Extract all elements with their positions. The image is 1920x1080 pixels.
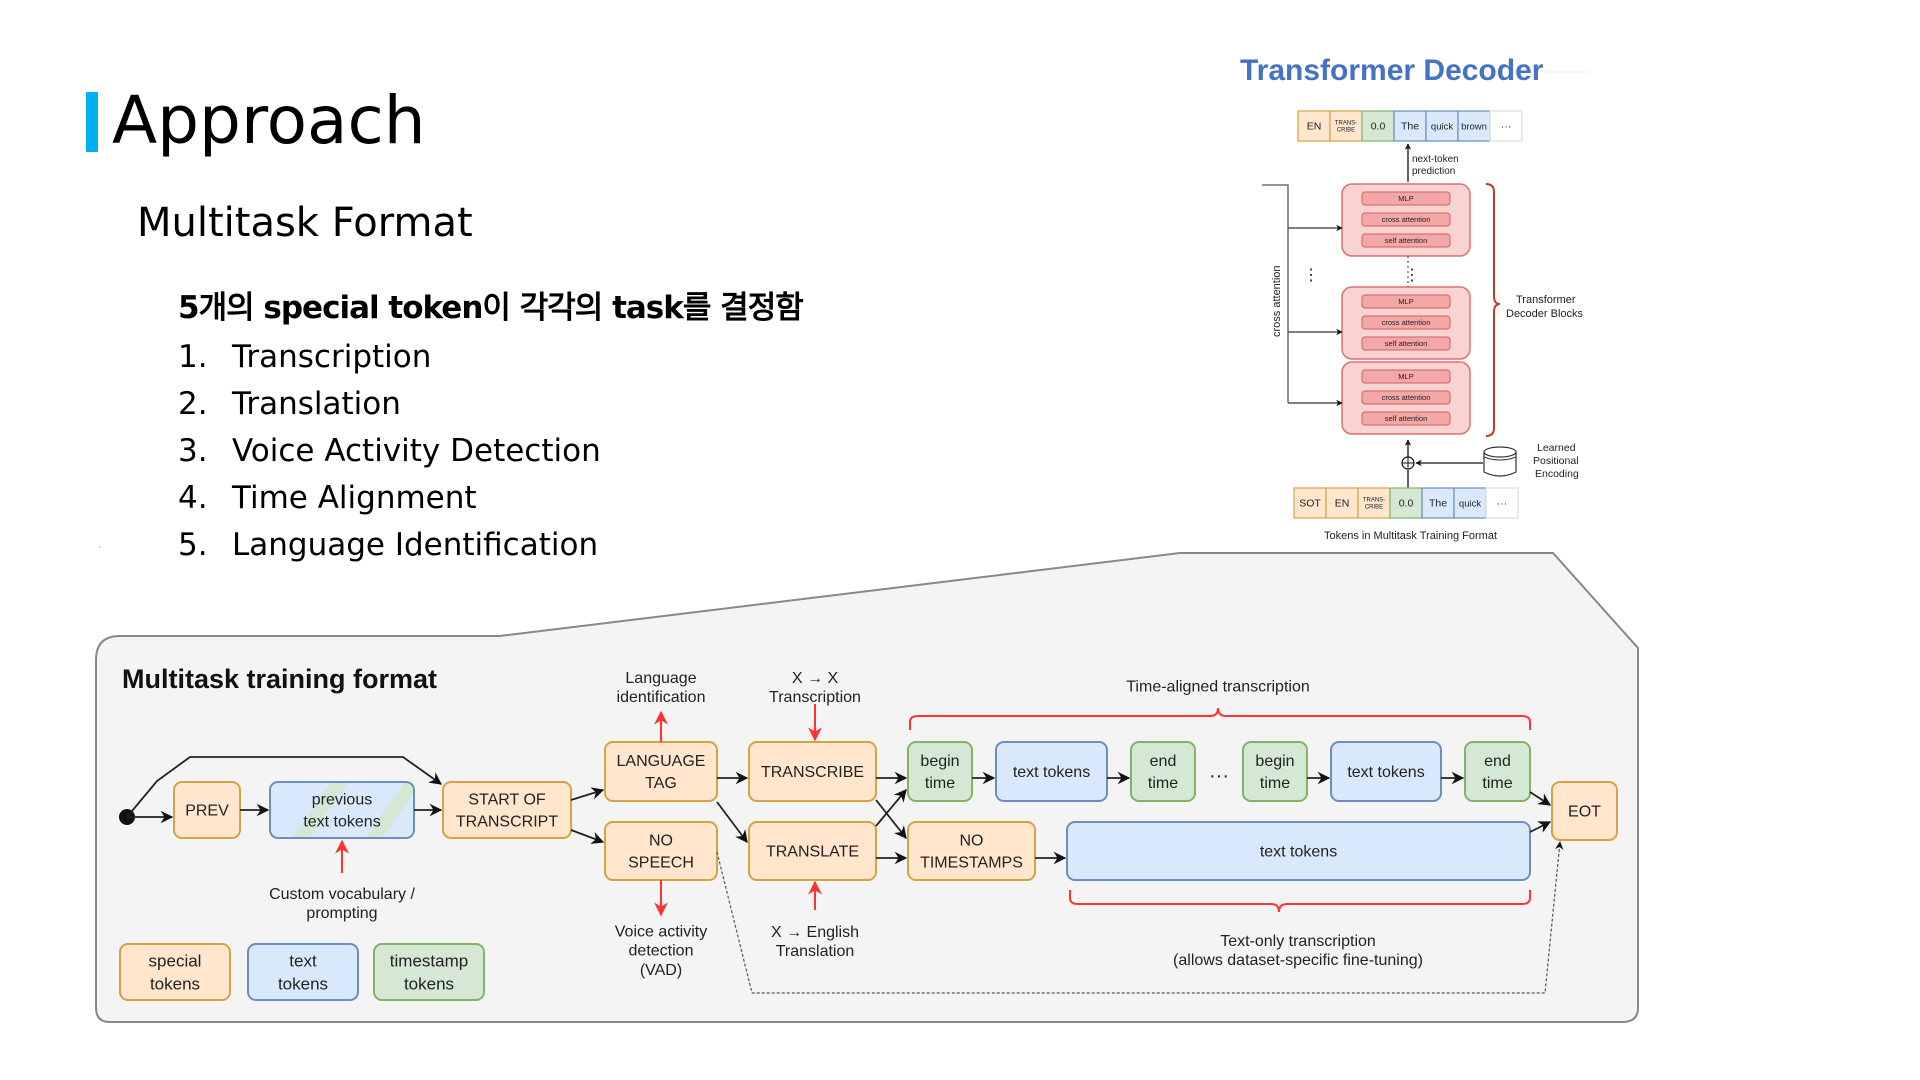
node-no-speech: NO SPEECH	[604, 821, 718, 881]
decoder-title: Transformer Decoder	[1240, 54, 1544, 87]
token-label: SOT	[1299, 498, 1321, 510]
decoder-block: MLP cross attention self attention	[1341, 183, 1471, 257]
decoder-layer-label: MLP	[1398, 194, 1413, 203]
token-label: brown	[1461, 121, 1487, 132]
cross-attention-ellipsis: ⋮	[1303, 267, 1319, 284]
decoder-layer-label: cross attention	[1382, 318, 1431, 327]
node-transcribe-label: TRANSCRIBE	[761, 764, 864, 781]
cross-attention-label: cross attention	[1271, 265, 1283, 337]
node-prev: PREV	[173, 781, 241, 839]
ellipsis-dots: ···	[1209, 765, 1229, 787]
decoder-caption: Tokens in Multitask Training Format	[1324, 530, 1497, 542]
diagram-canvas: Transformer Decoder EN TRANS-CRIBE 0.0 The q…	[95, 54, 1639, 1023]
legend: special tokens text tokenstimestamp tokens	[119, 943, 485, 1001]
legend-item-timestamp: timestamp tokens	[373, 943, 485, 1001]
token-label: The	[1401, 121, 1419, 133]
node-eot-label: EOT	[1568, 804, 1601, 821]
node-transcribe: TRANSCRIBE	[748, 741, 877, 802]
token-label: EN	[1307, 121, 1322, 133]
token-label: The	[1429, 498, 1447, 510]
node-start-of-transcript: START OF TRANSCRIPT	[442, 781, 572, 839]
node-end-time-box	[1130, 741, 1196, 802]
node-end-time: end time	[1464, 741, 1531, 802]
node-text-tokens: text tokens	[995, 741, 1108, 802]
node-begin-time: begin time	[907, 741, 973, 802]
node-begin-time-box	[907, 741, 973, 802]
token-label: 0.0	[1371, 121, 1386, 133]
node-text-tokens-wide: text tokens	[1066, 821, 1531, 881]
node-end-time-box	[1464, 741, 1531, 802]
token-label: ···	[1501, 121, 1512, 133]
token-label: 0.0	[1399, 498, 1414, 510]
training-title: Multitask training format	[122, 664, 437, 694]
decoder-layer-label: cross attention	[1382, 215, 1431, 224]
blocks-brace	[1485, 183, 1501, 437]
node-text-tokens: text tokens	[1330, 741, 1442, 802]
positional-label: Learned Positional Encoding	[1533, 442, 1579, 480]
node-translate: TRANSLATE	[748, 821, 877, 881]
decoder-block: MLP cross attention self attention	[1341, 286, 1471, 360]
node-eot: EOT	[1551, 781, 1618, 841]
token-label: TRANS-CRIBE	[1363, 498, 1385, 511]
node-previous-text-tokens: previous text tokens	[269, 781, 415, 839]
node-end-time: end time	[1130, 741, 1196, 802]
decoder-layer-label: self attention	[1385, 236, 1428, 245]
token-label: TRANS-CRIBE	[1335, 121, 1357, 134]
token-label: quick	[1459, 498, 1481, 509]
decoder-layer-label: MLP	[1398, 372, 1413, 381]
node-no-timestamps: NO TIMESTAMPS	[907, 821, 1036, 881]
node-prev-label: PREV	[185, 803, 229, 820]
token-label: quick	[1431, 121, 1453, 132]
node-language-tag-box	[604, 741, 718, 802]
token-label: EN	[1335, 498, 1350, 510]
input-token-row: SOT EN TRANS-CRIBE 0.0 The quick ···	[1293, 487, 1519, 519]
decoder-layer-label: MLP	[1398, 297, 1413, 306]
node-translate-label: TRANSLATE	[766, 844, 859, 861]
database-icon	[1483, 446, 1517, 477]
output-token-row: EN TRANS-CRIBE 0.0 The quick brown ···	[1297, 110, 1523, 142]
decoder-layer-label: self attention	[1385, 414, 1428, 423]
blocks-label: Transformer Decoder Blocks	[1506, 294, 1584, 320]
decoder-vertical-ellipsis: ⋮	[1404, 267, 1420, 284]
node-text-tokens-wide-label: text tokens	[1260, 844, 1337, 861]
legend-item-special: special tokens	[119, 943, 231, 1001]
node-begin-time: begin time	[1242, 741, 1308, 802]
node-language-tag: LANGUAGE TAG	[604, 741, 718, 802]
decoder-block: MLP cross attention self attention	[1341, 361, 1471, 435]
decoder-layer-label: self attention	[1385, 339, 1428, 348]
node-begin-time-box	[1242, 741, 1308, 802]
legend-item-text: text tokens	[247, 943, 359, 1001]
decoder-layer-label: cross attention	[1382, 393, 1431, 402]
next-token-label: next-token prediction	[1412, 154, 1459, 177]
node-text-tokens-label: text tokens	[1347, 764, 1424, 781]
decoder-blocks: MLP cross attention self attention MLP cross…	[1341, 183, 1471, 435]
token-label: ···	[1497, 498, 1508, 510]
time-aligned-label: Time-aligned transcription	[1126, 679, 1309, 696]
node-text-tokens-label: text tokens	[1013, 764, 1090, 781]
